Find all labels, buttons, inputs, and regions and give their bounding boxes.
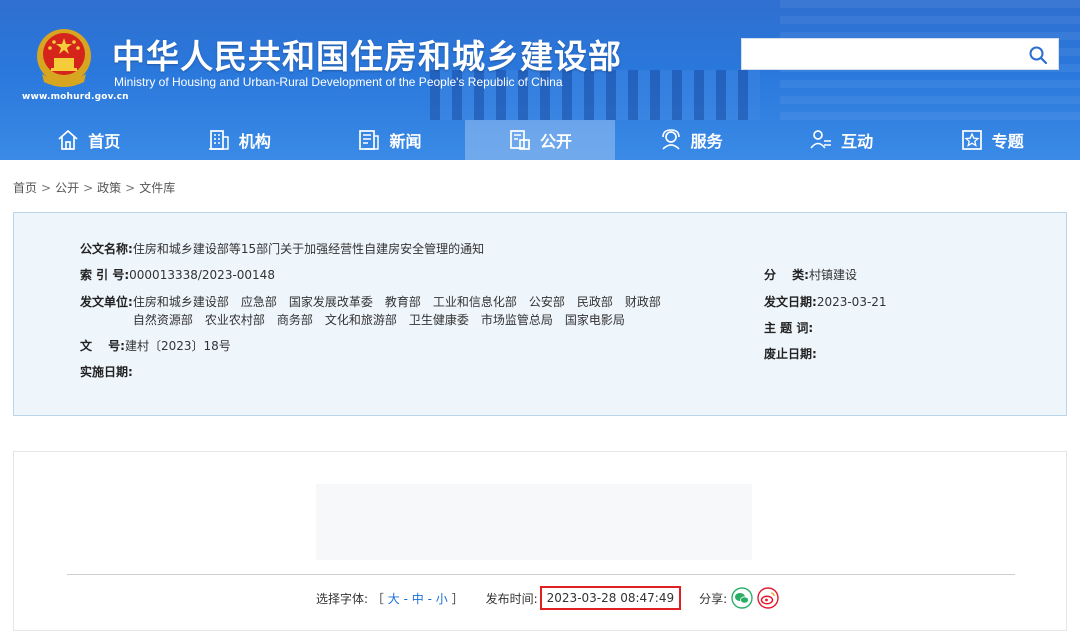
issuer-item: 教育部 [384, 295, 421, 309]
breadcrumb: 首页 > 公开 > 政策 > 文件库 [13, 179, 175, 196]
issuer-item: 商务部 [276, 313, 313, 327]
doc-effective-row: 实施日期: [80, 363, 133, 381]
breadcrumb-separator: > [83, 181, 94, 195]
doc-issuer-label: 发文单位: [80, 295, 133, 309]
nav-item-label: 互动 [841, 132, 874, 151]
national-emblem-icon [37, 29, 91, 87]
nav-item-topic[interactable]: 专题 [916, 120, 1067, 160]
interaction-icon [810, 130, 832, 149]
doc-effective-label: 实施日期: [80, 365, 133, 379]
doc-expire-row: 废止日期: [764, 345, 817, 363]
document-info-panel: 公文名称: 住房和城乡建设部等15部门关于加强经营性自建房安全管理的通知 索 引… [13, 212, 1067, 416]
nav-item-label: 机构 [238, 132, 271, 151]
article-content: 选择字体: ［ 大 - 中 - 小 ］ 发布时间: 2023-03-28 08:… [13, 451, 1067, 631]
issuer-item: 市场监管总局 [480, 313, 553, 327]
font-size-large-button[interactable]: 大 [388, 592, 400, 606]
doc-issue-date-label: 发文日期: [764, 295, 817, 309]
publish-time: 发布时间: 2023-03-28 08:47:49 [486, 586, 682, 610]
search-input[interactable] [742, 39, 1012, 69]
share-label: 分享: [699, 591, 728, 606]
publish-time-label: 发布时间: [485, 591, 538, 606]
nav-item-home[interactable]: 首页 [13, 120, 164, 160]
doc-keywords-row: 主 题 词: [764, 319, 813, 337]
doc-category-row: 分 类: 村镇建设 [764, 266, 857, 284]
issuer-item: 财政部 [624, 295, 661, 309]
nav-item-interaction[interactable]: 互动 [766, 120, 917, 160]
divider [67, 574, 1015, 575]
nav-item-label: 专题 [991, 132, 1024, 151]
font-size-label: 选择字体: [316, 591, 369, 606]
service-icon [661, 129, 680, 150]
doc-issuer-list: 住房和城乡建设部 应急部 国家发展改革委 教育部 工业和信息化部 公安部 民政部… [133, 293, 733, 329]
doc-number-value: 建村〔2023〕18号 [124, 339, 231, 353]
breadcrumb-file-library[interactable]: 文件库 [139, 181, 175, 195]
issuer-item: 自然资源部 [132, 313, 193, 327]
doc-keywords-label: 主 题 词: [764, 321, 814, 335]
doc-category-value: 村镇建设 [808, 268, 857, 282]
issuer-item: 国家发展改革委 [288, 295, 373, 309]
breadcrumb-home[interactable]: 首页 [13, 181, 37, 195]
search-icon[interactable] [1028, 45, 1048, 65]
doc-number-label: 文 号: [80, 339, 125, 353]
doc-number-row: 文 号: 建村〔2023〕18号 [80, 337, 231, 355]
site-url: www.mohurd.gov.cn [22, 92, 129, 102]
issuer-item: 住房和城乡建设部 [132, 295, 229, 309]
nav-item-label: 新闻 [389, 132, 422, 151]
nav-item-label: 公开 [540, 132, 573, 151]
topic-icon [961, 130, 982, 150]
issuer-item: 农业农村部 [204, 313, 265, 327]
issuer-item: 公安部 [528, 295, 565, 309]
font-size-bracket: ］ [451, 591, 464, 606]
nav-item-open[interactable]: 公开 [464, 120, 616, 160]
doc-name-value: 住房和城乡建设部等15部门关于加强经营性自建房安全管理的通知 [132, 242, 485, 256]
nav-item-organization[interactable]: 机构 [164, 120, 315, 160]
nav-item-service[interactable]: 服务 [615, 120, 766, 160]
doc-name-label: 公文名称: [80, 242, 133, 256]
nav-item-label: 服务 [690, 132, 723, 151]
issuer-item: 民政部 [576, 295, 613, 309]
doc-expire-label: 废止日期: [764, 347, 817, 361]
home-icon [58, 129, 78, 150]
share-bar: 分享: [699, 587, 779, 609]
font-size-separator: - [427, 591, 432, 606]
publish-time-value: 2023-03-28 08:47:49 [539, 586, 682, 610]
breadcrumb-separator: > [125, 181, 136, 195]
breadcrumb-open[interactable]: 公开 [55, 181, 79, 195]
building-icon [208, 130, 229, 150]
breadcrumb-policy[interactable]: 政策 [97, 181, 121, 195]
site-subtitle: Ministry of Housing and Urban-Rural Deve… [114, 75, 563, 89]
article-meta-bar: 选择字体: ［ 大 - 中 - 小 ］ 发布时间: 2023-03-28 08:… [316, 586, 779, 610]
font-size-separator: - [403, 591, 408, 606]
font-size-medium-button[interactable]: 中 [412, 592, 424, 606]
open-icon [510, 130, 530, 150]
issuer-item: 卫生健康委 [408, 313, 469, 327]
font-size-selector: 选择字体: ［ 大 - 中 - 小 ］ [316, 590, 464, 607]
site-title: 中华人民共和国住房和城乡建设部 [112, 37, 622, 76]
doc-issue-date-value: 2023-03-21 [816, 295, 887, 309]
breadcrumb-separator: > [41, 181, 52, 195]
wechat-icon[interactable] [731, 587, 753, 609]
main-nav: 首页 机构 新闻 公开 服务 互动 专题 [13, 120, 1067, 160]
issuer-item: 工业和信息化部 [432, 295, 517, 309]
news-icon [359, 130, 380, 150]
weibo-icon[interactable] [757, 587, 779, 609]
doc-name-row: 公文名称: 住房和城乡建设部等15部门关于加强经营性自建房安全管理的通知 [80, 240, 484, 258]
doc-index-value: 000013338/2023-00148 [129, 268, 275, 282]
issuer-item: 国家电影局 [564, 313, 625, 327]
doc-issue-date-row: 发文日期: 2023-03-21 [764, 293, 887, 311]
search-box [741, 38, 1059, 70]
font-size-bracket: ［ [371, 591, 384, 606]
issuer-item: 应急部 [240, 295, 277, 309]
doc-issuer-row: 发文单位: 住房和城乡建设部 应急部 国家发展改革委 教育部 工业和信息化部 公… [80, 293, 733, 329]
issuer-item: 文化和旅游部 [324, 313, 397, 327]
nav-item-label: 首页 [88, 132, 121, 151]
doc-index-label: 索 引 号: [80, 268, 130, 282]
doc-index-row: 索 引 号: 000013338/2023-00148 [80, 266, 275, 284]
doc-category-label: 分 类: [764, 268, 809, 282]
nav-item-news[interactable]: 新闻 [314, 120, 465, 160]
article-title-placeholder [316, 484, 752, 560]
font-size-small-button[interactable]: 小 [436, 592, 448, 606]
